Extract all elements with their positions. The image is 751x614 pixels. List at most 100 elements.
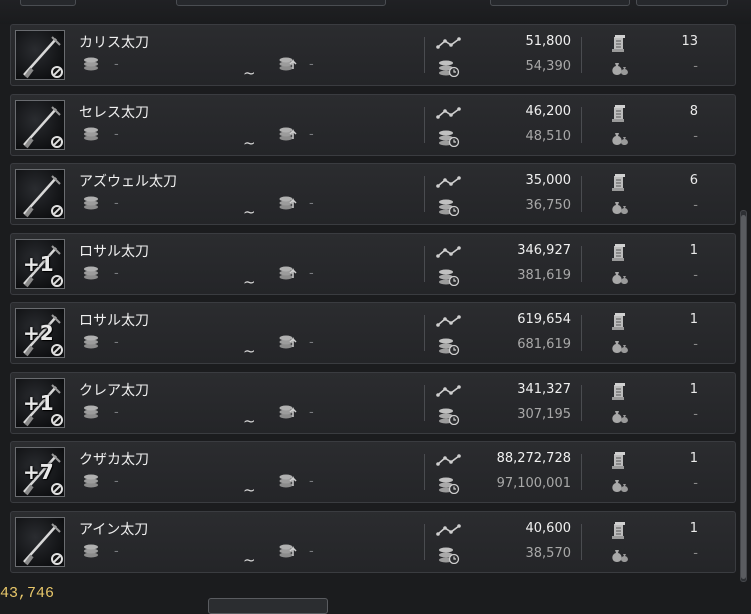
money-bag-icon <box>612 271 628 284</box>
top-right-button-1[interactable] <box>490 0 630 6</box>
coin-stack-up-icon <box>279 57 297 71</box>
min-price-value: - <box>114 265 119 281</box>
range-separator: ~ <box>243 481 256 499</box>
list-item[interactable]: +7 クザカ太刀 - ~ - 88,272,728 97,100,001 1 - <box>10 441 736 503</box>
column-divider <box>424 106 425 143</box>
enhancement-level: +1 <box>23 251 54 276</box>
money-bag-icon <box>612 202 628 214</box>
stock-count: 1 <box>689 451 698 466</box>
item-name: アズウェル太刀 <box>79 174 177 190</box>
katana-icon: +1 <box>15 377 65 428</box>
top-toolbar <box>0 0 751 24</box>
money-bag-icon <box>612 63 628 75</box>
pending-count: - <box>693 545 698 561</box>
list-item[interactable]: セレス太刀 - ~ - 46,200 48,510 8 - <box>10 93 736 156</box>
item-name: ロサル太刀 <box>79 243 149 260</box>
list-item[interactable]: アイン太刀 - ~ - 40,600 38,570 1 - <box>10 510 736 573</box>
column-divider <box>581 454 582 490</box>
column-divider <box>581 245 582 282</box>
top-right-button-2[interactable] <box>636 0 728 6</box>
previous-price: 97,100,001 <box>496 476 571 491</box>
column-divider <box>424 37 425 73</box>
sealed-icon <box>51 274 63 287</box>
enhancement-level: +1 <box>23 390 54 415</box>
column-divider <box>581 37 582 73</box>
coin-stack-up-icon <box>279 544 297 557</box>
max-price-value: - <box>309 196 314 211</box>
item-name: クザカ太刀 <box>79 452 149 468</box>
scroll-icon <box>612 243 625 261</box>
scroll-icon <box>612 104 625 122</box>
stock-count: 1 <box>689 520 698 536</box>
pending-count: - <box>693 406 698 422</box>
pending-count: - <box>693 267 698 283</box>
scroll-icon <box>612 382 625 400</box>
current-price: 619,654 <box>517 312 571 327</box>
pending-count: - <box>693 198 698 213</box>
money-bag-icon <box>612 549 628 562</box>
current-price: 341,327 <box>517 381 571 397</box>
range-separator: ~ <box>243 133 256 152</box>
column-divider <box>424 176 425 212</box>
max-price-value: - <box>309 335 314 350</box>
item-name: セレス太刀 <box>79 104 149 121</box>
scroll-icon <box>612 35 625 52</box>
money-bag-icon <box>612 132 628 145</box>
list-scrollbar[interactable] <box>740 210 747 582</box>
scrollbar-thumb[interactable] <box>741 215 746 579</box>
search-field[interactable] <box>176 0 386 6</box>
top-left-button[interactable] <box>20 0 76 6</box>
coin-stack-icon <box>84 544 98 557</box>
item-name: クレア太刀 <box>79 382 149 399</box>
range-separator: ~ <box>243 342 256 360</box>
column-divider <box>581 176 582 212</box>
sealed-icon <box>51 344 63 356</box>
pending-count: - <box>693 476 698 491</box>
scroll-icon <box>612 174 625 191</box>
coin-stack-up-icon <box>279 335 297 349</box>
column-divider <box>424 315 425 351</box>
coin-stack-up-icon <box>279 474 297 488</box>
previous-price: 381,619 <box>517 267 571 283</box>
scroll-icon <box>612 521 625 539</box>
coin-stack-icon <box>84 266 98 279</box>
sealed-icon <box>51 483 63 495</box>
min-price-value: - <box>114 474 119 489</box>
katana-icon <box>15 516 65 567</box>
list-item[interactable]: +2 ロサル太刀 - ~ - 619,654 681,619 1 - <box>10 302 736 364</box>
previous-price: 36,750 <box>525 198 572 213</box>
max-price-value: - <box>309 474 314 489</box>
column-divider <box>581 315 582 351</box>
min-price-value: - <box>114 404 119 420</box>
previous-price: 38,570 <box>525 545 572 561</box>
min-price-value: - <box>114 196 119 211</box>
previous-price: 681,619 <box>517 337 571 352</box>
min-price-value: - <box>114 335 119 350</box>
sealed-icon <box>51 66 63 78</box>
column-divider <box>581 106 582 143</box>
coin-stack-up-icon <box>279 196 297 210</box>
coin-stack-icon <box>84 474 98 488</box>
coin-stack-icon <box>84 127 98 140</box>
previous-price: 307,195 <box>517 406 571 422</box>
pending-count: - <box>693 59 698 74</box>
list-item[interactable]: アズウェル太刀 - ~ - 35,000 36,750 6 - <box>10 163 736 225</box>
list-item[interactable]: +1 クレア太刀 - ~ - 341,327 307,195 1 - <box>10 371 736 434</box>
current-price: 35,000 <box>525 173 572 188</box>
katana-icon <box>15 169 65 219</box>
column-divider <box>424 384 425 421</box>
max-price-value: - <box>309 265 314 281</box>
item-name: ロサル太刀 <box>79 313 149 329</box>
current-price: 88,272,728 <box>496 451 571 466</box>
previous-price: 54,390 <box>525 59 572 74</box>
bottom-button[interactable] <box>208 598 328 614</box>
range-separator: ~ <box>243 550 256 569</box>
max-price-value: - <box>309 126 314 142</box>
list-item[interactable]: +1 ロサル太刀 - ~ - 346,927 381,619 1 - <box>10 232 736 295</box>
stock-count: 13 <box>681 34 698 49</box>
column-divider <box>581 384 582 421</box>
scroll-icon <box>612 313 625 330</box>
range-separator: ~ <box>243 64 256 82</box>
list-item[interactable]: カリス太刀 - ~ - 51,800 54,390 13 - <box>10 24 736 86</box>
range-separator: ~ <box>243 272 256 291</box>
